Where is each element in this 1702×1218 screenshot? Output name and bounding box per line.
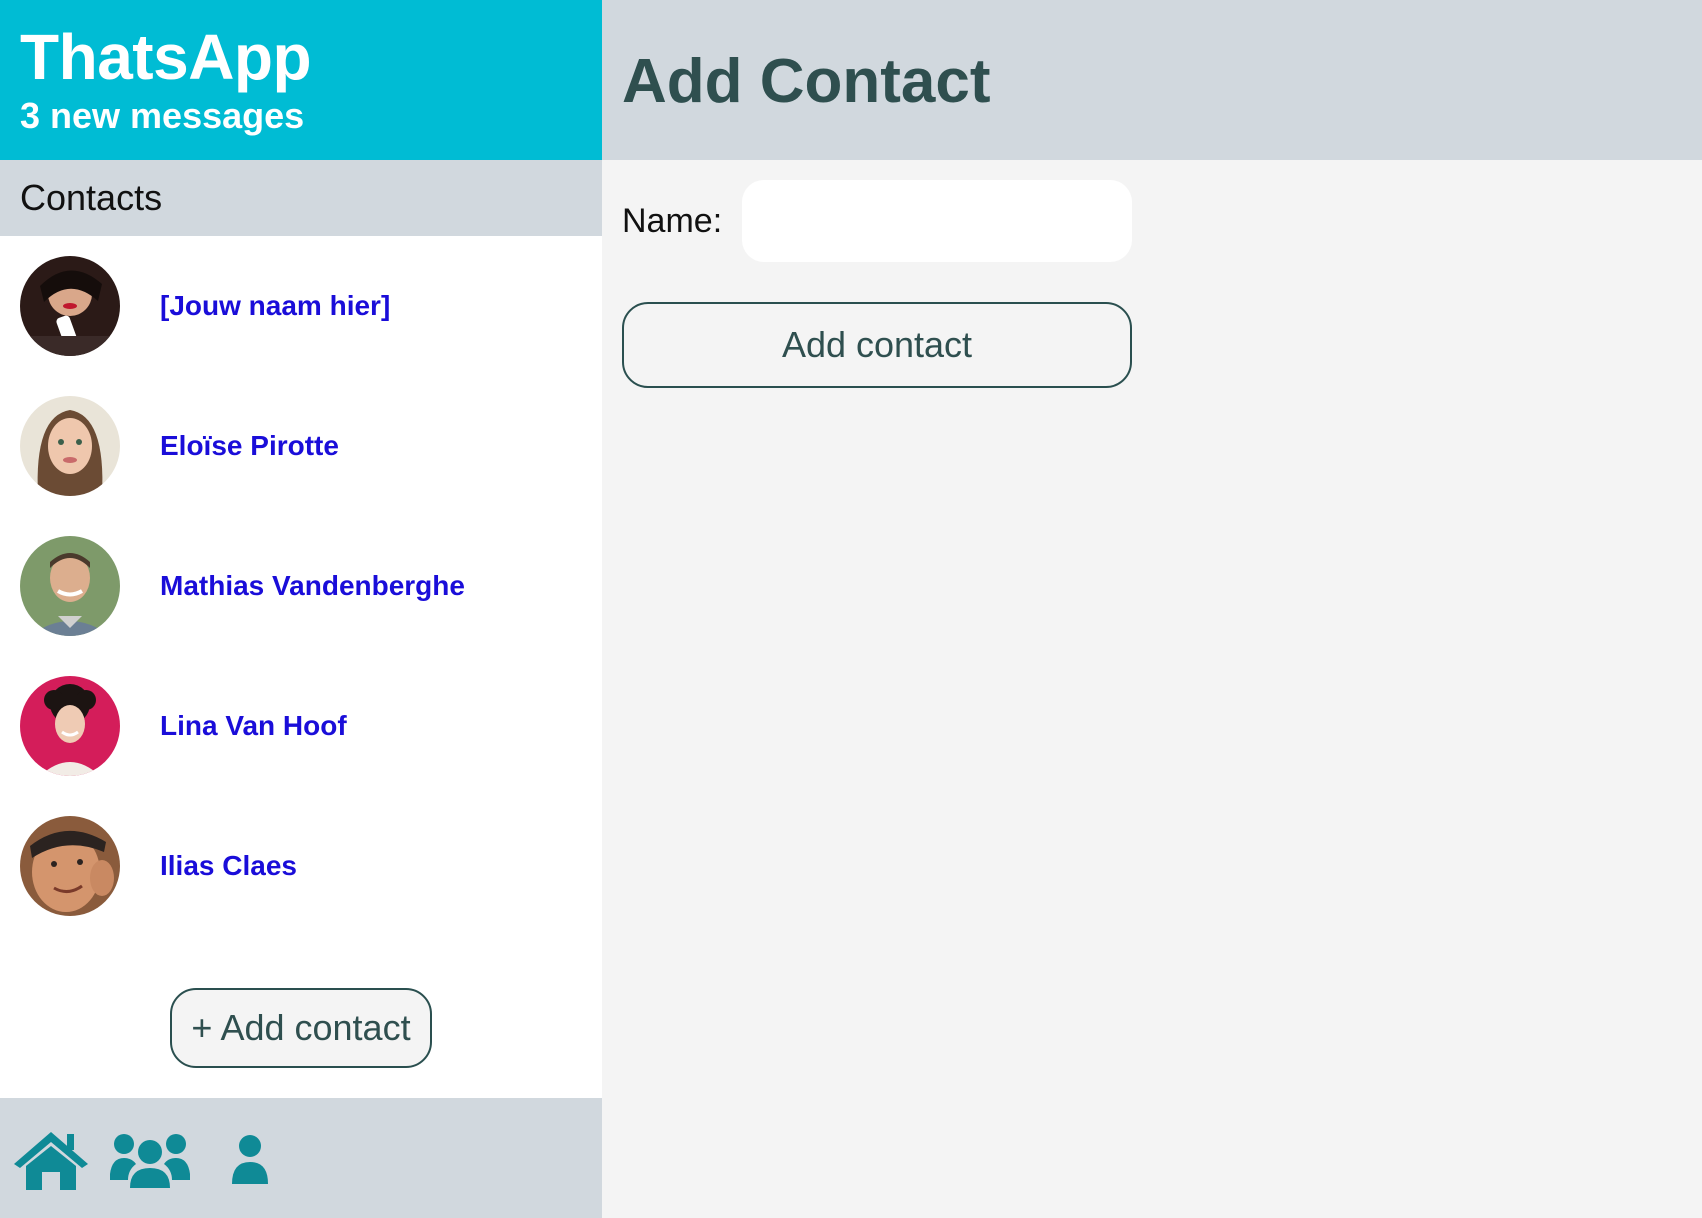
name-label: Name: — [622, 202, 723, 240]
new-messages-count: 3 new messages — [20, 95, 305, 136]
app-title: ThatsApp — [20, 21, 312, 93]
contact-name-link[interactable]: Eloïse Pirotte — [160, 430, 339, 462]
user-icon[interactable] — [230, 1134, 270, 1191]
contact-name-link[interactable]: [Jouw naam hier] — [160, 290, 390, 322]
contact-name-link[interactable]: Mathias Vandenberghe — [160, 570, 465, 602]
submit-add-contact-button[interactable]: Add contact — [622, 302, 1132, 388]
avatar — [20, 816, 120, 916]
contact-item[interactable]: Ilias Claes — [0, 796, 602, 936]
contact-name-link[interactable]: Ilias Claes — [160, 850, 297, 882]
add-contact-button[interactable]: + Add contact — [170, 988, 432, 1068]
contact-item[interactable]: Lina Van Hoof — [0, 656, 602, 796]
home-icon[interactable] — [12, 1128, 90, 1197]
contact-list: [Jouw naam hier] Eloïse Pirotte Mathias … — [0, 236, 602, 936]
contact-item[interactable]: Mathias Vandenberghe — [0, 516, 602, 656]
app-header: ThatsApp 3 new messages — [0, 0, 602, 160]
avatar — [20, 536, 120, 636]
contacts-section-header: Contacts — [0, 160, 602, 236]
contact-name-link[interactable]: Lina Van Hoof — [160, 710, 347, 742]
contacts-label: Contacts — [20, 177, 163, 218]
avatar — [20, 256, 120, 356]
users-group-icon[interactable] — [108, 1130, 192, 1195]
contact-item[interactable]: [Jouw naam hier] — [0, 236, 602, 376]
contact-item[interactable]: Eloïse Pirotte — [0, 376, 602, 516]
page-title: Add Contact — [622, 47, 991, 116]
avatar — [20, 396, 120, 496]
bottom-nav — [0, 1098, 602, 1218]
avatar — [20, 676, 120, 776]
name-input[interactable] — [742, 180, 1132, 262]
main-header: Add Contact — [602, 0, 1702, 160]
sidebar: ThatsApp 3 new messages Contacts [Jouw n… — [0, 0, 602, 1218]
